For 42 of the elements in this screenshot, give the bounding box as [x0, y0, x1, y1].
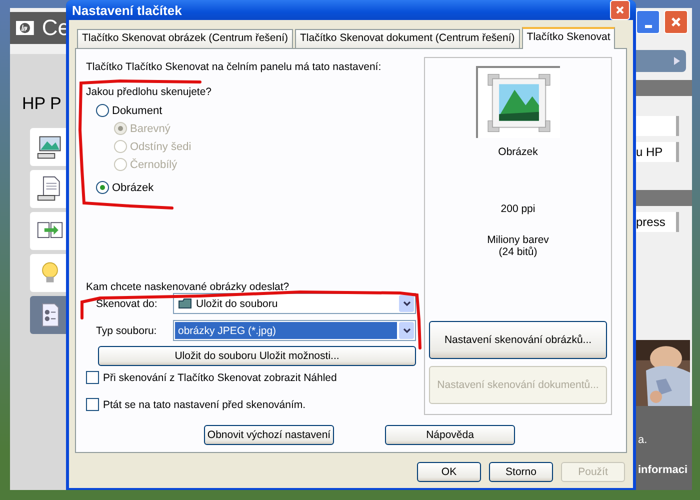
close-icon [670, 16, 682, 28]
intro-text: Tlačítko Tlačítko Skenovat na čelním panelu má tato nastavení: [86, 61, 382, 73]
checkbox-option[interactable]: Ptát se na tato nastavení před skenováním. [86, 398, 306, 411]
dialog-button[interactable]: Storno [489, 462, 553, 482]
tab[interactable]: Tlačítko Skenovat dokument (Centrum řešení) [295, 29, 520, 48]
promo-text: a. [638, 434, 648, 446]
minimize-button[interactable] [636, 10, 660, 34]
app-heading: HP P [22, 94, 62, 114]
color-depth-text: Miliony barev [487, 234, 549, 246]
section-header [636, 190, 692, 206]
reset-defaults-button[interactable]: Obnovit výchozí nastavení [204, 425, 334, 445]
info-link[interactable]: informaci [638, 464, 692, 476]
menu-item[interactable]: u HP [636, 142, 679, 162]
checkbox[interactable] [86, 371, 99, 384]
close-button[interactable] [664, 10, 688, 34]
question-label: Kam chcete naskenované obrázky odeslat? [86, 281, 290, 293]
checkbox-option[interactable]: Při skenování z Tlačítko Skenovat zobrazit Náhled [86, 371, 337, 384]
section-header [636, 80, 692, 96]
question-label: Jakou předlohu skenujete? [86, 86, 212, 98]
help-button[interactable]: Nápověda [385, 425, 515, 445]
tab[interactable]: Tlačítko Skenovat obrázek (Centrum řešení) [77, 29, 294, 48]
preview-caption: Obrázek [498, 146, 538, 158]
radio-option[interactable]: Dokument [96, 104, 162, 117]
close-button[interactable] [610, 0, 630, 20]
menu-item[interactable]: press [636, 212, 679, 232]
bit-depth-text: (24 bitů) [498, 246, 538, 258]
window-title: Nastavení tlačítek [72, 2, 182, 18]
field-label: Typ souboru: [95, 324, 158, 336]
radio-button[interactable] [96, 104, 109, 117]
radio-option[interactable]: Obrázek [96, 181, 154, 194]
close-icon [615, 5, 625, 15]
tab[interactable]: Tlačítko Skenovat [522, 27, 616, 49]
save-options-button[interactable]: Uložit do souboru Uložit možnosti... [98, 346, 416, 366]
nav-bar[interactable] [636, 50, 686, 72]
checkbox[interactable] [86, 398, 99, 411]
dialog-button[interactable]: OK [417, 462, 481, 482]
scan-settings-button[interactable]: Nastavení skenování obrázků... [429, 321, 607, 359]
dropdown-field[interactable]: Uložit do souboru [173, 293, 416, 314]
dropdown-field[interactable]: obrázky JPEG (*.jpg) [173, 320, 416, 341]
radio-button[interactable] [96, 181, 109, 194]
field-label: Skenovat do: [95, 298, 158, 310]
resolution-text: 200 ppi [500, 203, 536, 215]
